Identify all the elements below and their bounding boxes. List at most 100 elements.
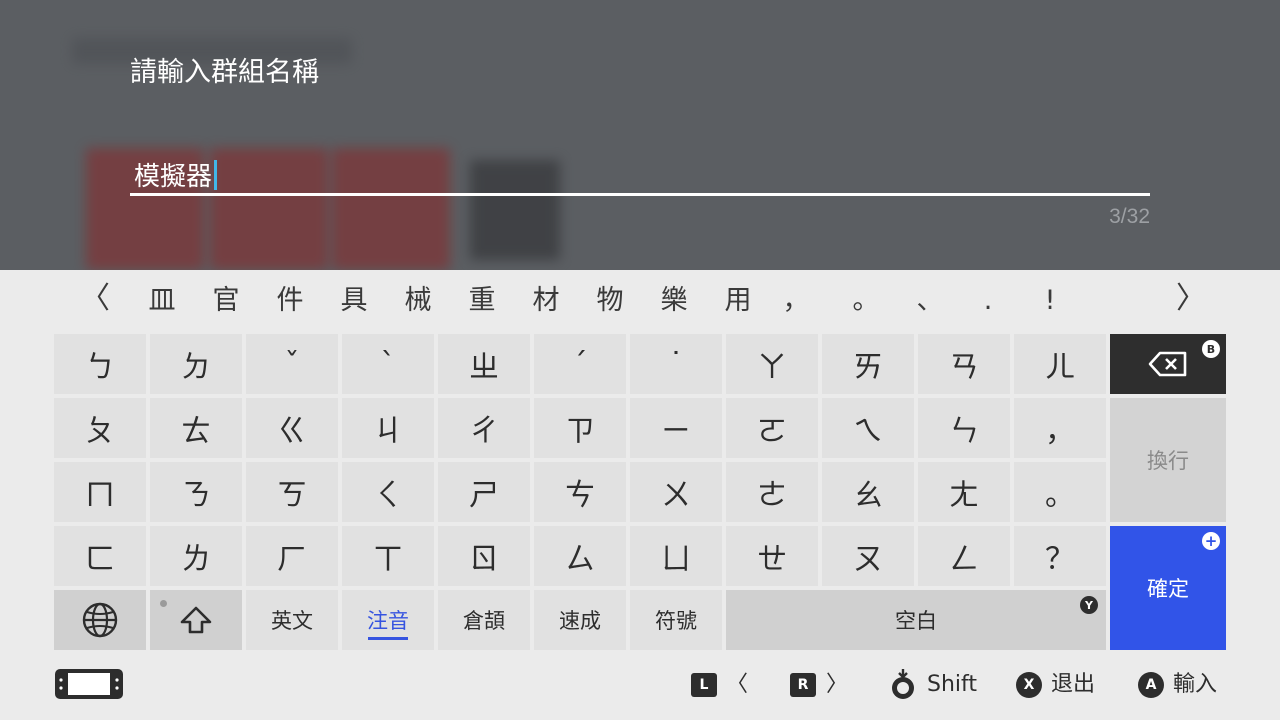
candidate-next-button[interactable]: 〉 (1176, 284, 1206, 314)
keyboard-key[interactable]: ㄌ (150, 526, 242, 586)
symbols-key[interactable]: 符號 (630, 590, 722, 650)
backspace-key[interactable]: B (1110, 334, 1226, 394)
input-hint-label: 輸入 (1173, 672, 1218, 697)
keyboard-key[interactable]: ㄧ (630, 398, 722, 458)
keyboard-key[interactable]: ㄐ (342, 398, 434, 458)
candidate-item[interactable]: 件 (270, 285, 310, 317)
exit-hint-label: 退出 (1051, 672, 1096, 697)
space-label: 空白 (895, 609, 937, 633)
character-counter: 3/32 (1109, 205, 1150, 228)
keyboard-key[interactable]: ㄈ (54, 526, 146, 586)
keyboard-key[interactable]: ㄦ (1014, 334, 1106, 394)
keyboard-key[interactable]: ˊ (534, 334, 626, 394)
keyboard-key[interactable]: ㄢ (918, 334, 1010, 394)
keyboard-key[interactable]: ， (1014, 398, 1106, 458)
candidate-item[interactable]: 皿 (142, 285, 182, 317)
r-button-icon: R (790, 673, 816, 697)
x-button-icon: X (1016, 672, 1042, 698)
candidate-item[interactable]: 重 (462, 285, 502, 317)
candidate-prev-button[interactable]: 〈 (80, 284, 110, 314)
keyboard-key[interactable]: ㄩ (630, 526, 722, 586)
handheld-console-icon (55, 669, 123, 699)
dim-background: 請輸入群組名稱 模擬器 3/32 (0, 0, 1280, 270)
keyboard-key[interactable]: ㄙ (534, 526, 626, 586)
keyboard-key[interactable]: ㄊ (150, 398, 242, 458)
a-button-icon: A (1138, 672, 1164, 698)
keyboard-key[interactable]: ㄛ (726, 398, 818, 458)
keyboard-key[interactable]: ㄕ (438, 462, 530, 522)
keyboard-key[interactable]: ㄒ (342, 526, 434, 586)
group-name-input[interactable]: 模擬器 (130, 152, 1150, 196)
candidate-item[interactable]: . (968, 285, 1008, 317)
plus-button-badge: + (1202, 532, 1220, 550)
confirm-button[interactable]: 確定 + (1110, 526, 1226, 650)
lang-cangjie-key[interactable]: 倉頡 (438, 590, 530, 650)
keyboard-key[interactable]: ㄣ (918, 398, 1010, 458)
candidate-bar: 〈 皿官件具械重材物樂用 ， 。、.! 〉 (0, 270, 1280, 330)
candidate-item[interactable]: 械 (398, 285, 438, 317)
keyboard-key[interactable]: ㄡ (822, 526, 914, 586)
keyboard-key[interactable]: ㄟ (822, 398, 914, 458)
space-key[interactable]: 空白 Y (726, 590, 1106, 650)
keyboard-key[interactable]: ㄆ (54, 398, 146, 458)
lang-zhuyin-key[interactable]: 注音 (342, 590, 434, 650)
keyboard-key[interactable]: ㄗ (534, 398, 626, 458)
button-hints-footer: L 〈 R 〉 Shift X 退出 A 輸入 (0, 660, 1280, 720)
keyboard-key[interactable]: ㄇ (54, 462, 146, 522)
text-caret (214, 160, 218, 190)
keyboard-key[interactable]: ㄚ (726, 334, 818, 394)
language-switch-button[interactable] (54, 590, 146, 650)
keyboard-key[interactable]: ㄅ (54, 334, 146, 394)
l-button-icon: L (691, 673, 717, 697)
keyboard-key[interactable]: ㄞ (822, 334, 914, 394)
keyboard-key[interactable]: ˙ (630, 334, 722, 394)
newline-key[interactable]: 換行 (1110, 398, 1226, 522)
input-prompt: 請輸入群組名稱 (130, 57, 319, 88)
globe-icon (82, 602, 118, 638)
candidate-item[interactable]: ! (1030, 285, 1070, 317)
shift-hint-label: Shift (927, 672, 978, 697)
keyboard-key[interactable]: ㄑ (342, 462, 434, 522)
backspace-icon (1148, 351, 1187, 377)
candidate-item[interactable]: 具 (334, 285, 374, 317)
candidate-item[interactable]: 官 (206, 285, 246, 317)
keyboard-key[interactable]: ㄜ (726, 462, 818, 522)
lang-english-key[interactable]: 英文 (246, 590, 338, 650)
candidate-item[interactable]: ， (776, 285, 816, 317)
keyboard-key[interactable]: ㄖ (438, 526, 530, 586)
keyboard-key[interactable]: ㄥ (918, 526, 1010, 586)
candidate-item[interactable]: 材 (526, 285, 566, 317)
keyboard-key[interactable]: ˇ (246, 334, 338, 394)
input-value-wrap: 模擬器 (134, 156, 218, 193)
keyboard-key[interactable]: ㄠ (822, 462, 914, 522)
r-hint-label: 〉 (826, 672, 849, 697)
candidate-item[interactable]: 樂 (654, 285, 694, 317)
keyboard-key[interactable]: ˋ (342, 334, 434, 394)
keyboard-key[interactable]: ㄉ (150, 334, 242, 394)
candidate-item[interactable]: 、 (910, 285, 950, 317)
b-button-badge: B (1202, 340, 1220, 358)
candidate-item[interactable]: 用 (718, 285, 758, 317)
keyboard-key[interactable]: ㄓ (438, 334, 530, 394)
candidate-item[interactable]: 物 (590, 285, 630, 317)
candidate-item[interactable]: 。 (846, 285, 886, 317)
keyboard-key[interactable]: ㄘ (534, 462, 626, 522)
keyboard-key[interactable]: ㄋ (150, 462, 242, 522)
stick-press-icon (892, 669, 914, 699)
lang-quick-key[interactable]: 速成 (534, 590, 626, 650)
input-value: 模擬器 (134, 162, 213, 192)
keyboard-key[interactable]: ㄤ (918, 462, 1010, 522)
shift-button[interactable] (150, 590, 242, 650)
keyboard-key[interactable]: 。 (1014, 462, 1106, 522)
keyboard-key[interactable]: ㄎ (246, 462, 338, 522)
keyboard-key[interactable]: ？ (1014, 526, 1106, 586)
keyboard-key[interactable]: ㄍ (246, 398, 338, 458)
keyboard-key[interactable]: ㄔ (438, 398, 530, 458)
keyboard-key[interactable]: ㄨ (630, 462, 722, 522)
keyboard-key[interactable]: ㄏ (246, 526, 338, 586)
lang-zhuyin-label: 注音 (367, 609, 409, 633)
keyboard-key[interactable]: ㄝ (726, 526, 818, 586)
shift-arrow-icon (180, 606, 212, 634)
shift-indicator-dot (160, 600, 167, 607)
y-button-badge: Y (1080, 596, 1098, 614)
